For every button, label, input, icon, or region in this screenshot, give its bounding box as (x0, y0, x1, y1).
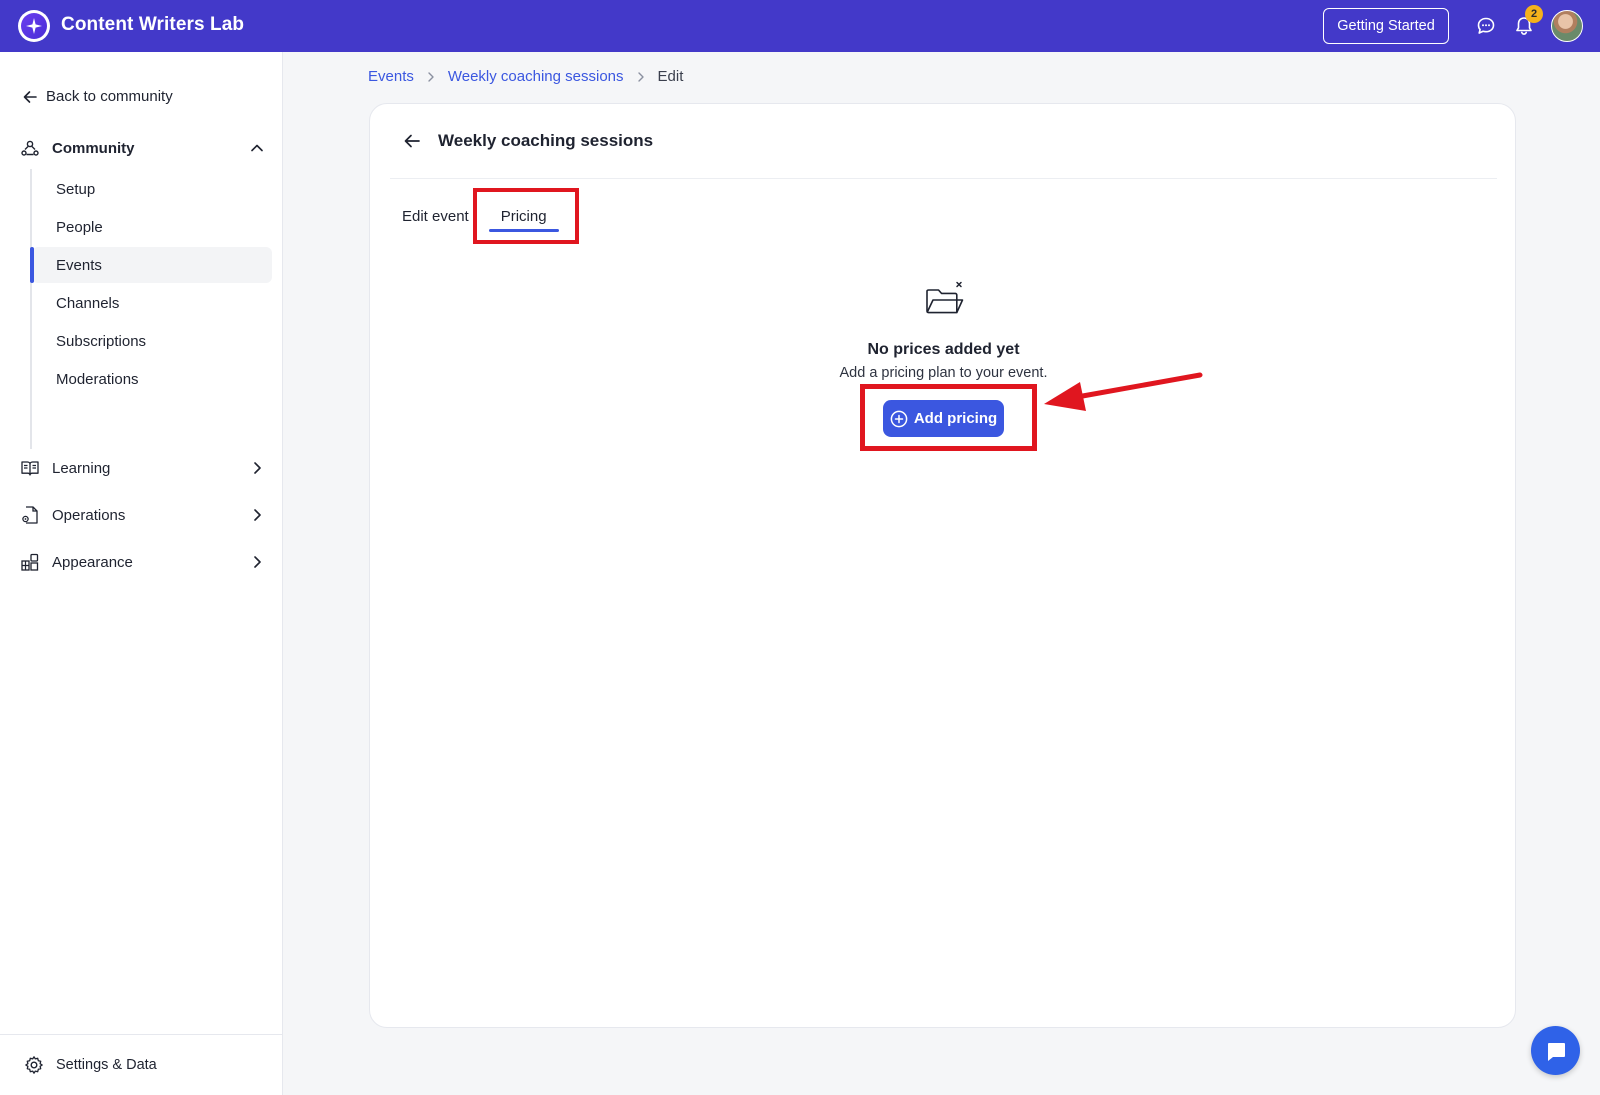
community-subnav: Setup People Events Channels Subscriptio… (30, 169, 272, 449)
chevron-right-icon[interactable] (249, 554, 265, 570)
widgets-icon (20, 552, 40, 572)
settings-label: Settings & Data (56, 1057, 157, 1073)
event-edit-card: Weekly coaching sessions Edit event Pric… (369, 103, 1516, 1028)
notification-badge: 2 (1525, 5, 1543, 23)
add-pricing-highlight-box (860, 384, 1037, 451)
empty-state-description: Add a pricing plan to your event. (839, 365, 1048, 381)
empty-folder-icon (925, 281, 963, 314)
arrow-left-icon (23, 90, 37, 103)
sidebar-section-label: Appearance (52, 553, 133, 571)
gear-icon (25, 1056, 43, 1074)
empty-state-title: No prices added yet (867, 341, 1020, 358)
chevron-right-icon (637, 71, 644, 82)
pricing-tab-highlight-box (473, 188, 579, 244)
book-icon (20, 458, 40, 478)
avatar[interactable] (1551, 10, 1583, 42)
sidebar-section-label: Learning (52, 459, 111, 477)
sidebar-item-channels[interactable]: Channels (32, 285, 272, 321)
chevron-right-icon[interactable] (249, 460, 265, 476)
breadcrumb-events-link[interactable]: Events (368, 68, 414, 85)
sidebar-section-appearance[interactable]: Appearance (20, 552, 265, 572)
sidebar-item-events[interactable]: Events (30, 247, 272, 283)
top-bar: Content Writers Lab Getting Started 2 (0, 0, 1600, 52)
app-logo[interactable] (18, 10, 50, 42)
sidebar-section-learning[interactable]: Learning (20, 458, 265, 478)
sidebar-section-label: Operations (52, 506, 126, 524)
tab-edit-event[interactable]: Edit event (402, 196, 469, 236)
breadcrumb-event-link[interactable]: Weekly coaching sessions (448, 68, 624, 85)
chevron-right-icon (428, 71, 434, 82)
sidebar-section-label: Community (52, 139, 135, 157)
sparkle-icon (21, 13, 47, 39)
settings-and-data-link[interactable]: Settings & Data (0, 1034, 283, 1095)
page-title: Weekly coaching sessions (438, 131, 654, 150)
sidebar: Back to community Community Setup People… (0, 52, 283, 1095)
chevron-right-icon[interactable] (249, 507, 265, 523)
sidebar-item-setup[interactable]: Setup (32, 171, 272, 207)
sidebar-item-people[interactable]: People (32, 209, 272, 245)
document-gear-icon (20, 505, 40, 525)
breadcrumb: Events Weekly coaching sessions Edit (368, 68, 683, 85)
back-arrow-icon[interactable] (400, 129, 424, 153)
breadcrumb-current: Edit (657, 68, 684, 85)
card-header: Weekly coaching sessions (390, 104, 1497, 179)
chat-icon[interactable] (1476, 16, 1496, 36)
message-icon (1547, 1042, 1565, 1061)
chat-launcher-button[interactable] (1531, 1026, 1580, 1075)
sidebar-section-operations[interactable]: Operations (20, 505, 265, 525)
chevron-up-icon[interactable] (249, 140, 265, 156)
app-title[interactable]: Content Writers Lab (61, 14, 244, 36)
sidebar-item-moderations[interactable]: Moderations (32, 361, 272, 397)
getting-started-button[interactable]: Getting Started (1323, 8, 1449, 44)
sidebar-section-community[interactable]: Community (20, 138, 265, 158)
sidebar-item-subscriptions[interactable]: Subscriptions (32, 323, 272, 359)
annotation-arrow-icon (1044, 372, 1203, 411)
back-to-community-label: Back to community (46, 88, 173, 105)
empty-state: No prices added yet Add a pricing plan t… (370, 279, 1517, 381)
community-icon (20, 138, 40, 158)
back-to-community-link[interactable]: Back to community (22, 88, 173, 105)
